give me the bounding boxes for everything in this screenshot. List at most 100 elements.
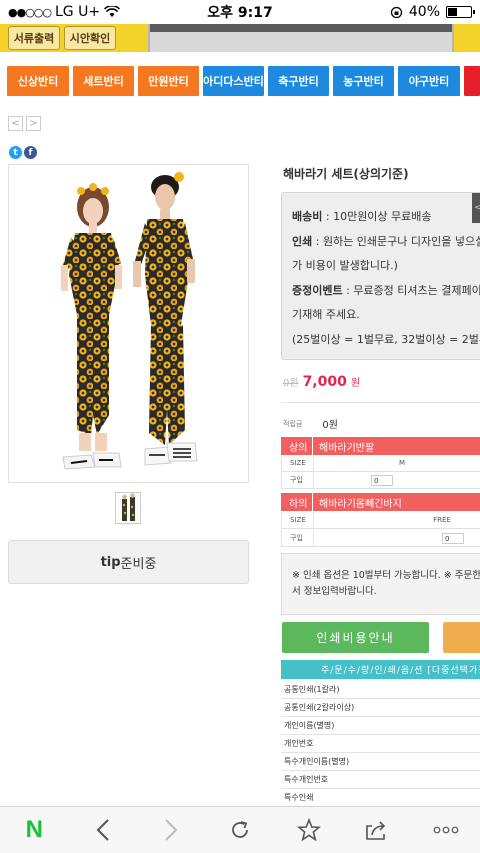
option-bottom-header: 하의 해바라기몸빼긴바지 bbox=[281, 493, 480, 511]
share-icon bbox=[366, 821, 386, 840]
option-bottom-name: 해바라기몸빼긴바지 bbox=[319, 498, 402, 510]
category-new[interactable]: 신상반티 bbox=[7, 66, 69, 96]
back-button[interactable] bbox=[83, 810, 123, 850]
draft-check-button[interactable]: 시안확인 bbox=[64, 26, 116, 50]
option-bottom-kind: 하의 bbox=[281, 493, 313, 511]
category-baseball[interactable]: 야구반티 bbox=[398, 66, 460, 96]
tip-status: 준비중 bbox=[120, 556, 157, 572]
forward-button[interactable] bbox=[151, 810, 191, 850]
qty-label: 구입 bbox=[282, 472, 314, 488]
print-option-row[interactable]: 특수인쇄 bbox=[281, 789, 480, 807]
document-print-button[interactable]: 서류출력 bbox=[8, 26, 60, 50]
print-option-row[interactable]: 개인이름(별명) bbox=[281, 717, 480, 735]
notice-line-1: ※ 인쇄 옵션은 10벌부터 가능합니다. ※ 주문한 bbox=[292, 570, 480, 581]
share-button[interactable] bbox=[357, 810, 397, 850]
forward-arrow-icon bbox=[165, 819, 178, 841]
product-thumbnail[interactable] bbox=[115, 492, 141, 524]
back-arrow-icon bbox=[96, 819, 109, 841]
option-top-name: 해바라기반팔 bbox=[319, 442, 375, 454]
points-value: 0원 bbox=[322, 420, 338, 431]
battery-percent: 40% bbox=[408, 4, 440, 20]
share-buttons: t f bbox=[9, 146, 37, 159]
star-icon bbox=[296, 818, 321, 842]
print-option-row[interactable]: 개인번호 bbox=[281, 735, 480, 753]
product-nav-arrows: < > bbox=[8, 116, 41, 131]
twitter-icon[interactable]: t bbox=[9, 146, 22, 159]
category-more[interactable] bbox=[464, 66, 480, 96]
banner-graphic bbox=[150, 24, 452, 52]
divider bbox=[281, 402, 480, 403]
price-block: 0원 7,000 원 bbox=[283, 374, 360, 390]
category-adidas[interactable]: 아디다스반티 bbox=[203, 66, 264, 96]
signal-icon: ●●○○○ bbox=[8, 5, 52, 19]
product-info-box: 배송비 : 10만원이상 무료배송 인쇄 : 원하는 인쇄문구나 디자인을 넣으… bbox=[281, 192, 480, 360]
event-text: : 무료증정 티셔츠는 결제페이지 bbox=[342, 283, 480, 297]
category-10000won[interactable]: 만원반티 bbox=[138, 66, 199, 96]
option-top-kind: 상의 bbox=[281, 437, 313, 455]
print-option-row[interactable]: 특수개인이름(별명) bbox=[281, 753, 480, 771]
print-text: : 원하는 인쇄문구나 디자인을 넣으실수 bbox=[312, 234, 480, 248]
category-set[interactable]: 세트반티 bbox=[73, 66, 134, 96]
price-unit: 원 bbox=[350, 378, 361, 389]
naver-home-button[interactable]: N bbox=[14, 810, 54, 850]
banner-yellow-strip-right bbox=[454, 24, 480, 52]
shipping-text: : 10만원이상 무료배송 bbox=[322, 210, 432, 223]
qty-label: 구입 bbox=[282, 530, 314, 546]
facebook-icon[interactable]: f bbox=[24, 146, 37, 159]
thumbnail-image bbox=[122, 493, 135, 521]
side-panel-tab[interactable]: < bbox=[472, 193, 480, 223]
option-bottom-qty-input[interactable]: 0 bbox=[442, 533, 464, 544]
notice-line-2: 서 정보입력바랍니다. bbox=[292, 586, 377, 597]
event-info-detail: (25벌이상 = 1벌무료, 32벌이상 = 2벌무료 bbox=[292, 332, 480, 346]
event-info-cont: 기재해 주세요. bbox=[292, 308, 360, 321]
top-banner: 서류출력 시안확인 bbox=[0, 24, 480, 52]
event-label: 증정이벤트 bbox=[292, 283, 343, 297]
option-top-size-row: SIZE M bbox=[281, 455, 480, 472]
category-basketball[interactable]: 농구반티 bbox=[333, 66, 394, 96]
option-top-size[interactable]: M bbox=[314, 459, 480, 467]
points-row: 적립금 0원 bbox=[283, 416, 338, 432]
mobile-browser-page: ●●○○○ LG U+ 오후 9:17 40% 서류출력 시안확인 신상반티 세… bbox=[0, 0, 480, 853]
battery-icon bbox=[446, 6, 475, 18]
carrier-name: LG U+ bbox=[55, 4, 101, 20]
print-label: 인쇄 bbox=[292, 234, 313, 248]
tip-label: tip bbox=[100, 554, 121, 570]
points-label: 적립금 bbox=[283, 419, 303, 428]
wifi-icon bbox=[104, 6, 121, 17]
option-bottom-size[interactable]: FREE bbox=[314, 516, 480, 524]
rotation-lock-icon bbox=[390, 6, 403, 18]
option-top-header: 상의 해바라기반팔 bbox=[281, 437, 480, 455]
shipping-label: 배송비 bbox=[292, 210, 323, 223]
print-info: 인쇄 : 원하는 인쇄문구나 디자인을 넣으실수 bbox=[292, 230, 480, 255]
category-soccer[interactable]: 축구반티 bbox=[268, 66, 329, 96]
next-product-button[interactable]: > bbox=[26, 116, 41, 131]
option-top-qty-input[interactable]: 0 bbox=[371, 475, 393, 486]
print-info-cont: 가 비용이 발생합니다.) bbox=[292, 259, 398, 272]
refresh-icon bbox=[232, 821, 248, 838]
option-bottom-size-row: SIZE FREE bbox=[281, 512, 480, 529]
carrier-signal: ●●○○○ LG U+ bbox=[8, 4, 121, 20]
print-option-row[interactable]: 공통인쇄(1칼라) bbox=[281, 681, 480, 699]
sale-price: 7,000 bbox=[302, 374, 347, 390]
product-image[interactable] bbox=[8, 164, 249, 483]
orange-action-button[interactable] bbox=[443, 622, 480, 653]
browser-toolbar: N bbox=[0, 806, 480, 853]
battery-level bbox=[448, 8, 457, 16]
tip-button[interactable]: tip 준비중 bbox=[8, 540, 249, 584]
original-price: 0원 bbox=[283, 378, 299, 389]
more-icon bbox=[433, 826, 459, 834]
naver-logo-icon: N bbox=[25, 816, 43, 843]
print-option-row[interactable]: 특수개인번호 bbox=[281, 771, 480, 789]
print-cost-guide-button[interactable]: 인쇄비용안내 bbox=[282, 622, 429, 653]
size-label: SIZE bbox=[282, 455, 314, 471]
bookmark-button[interactable] bbox=[289, 810, 329, 850]
print-options-header: 주/문/수/량/인/쇄/옵/션 [다중선택가능] bbox=[281, 660, 480, 679]
size-label: SIZE bbox=[282, 512, 314, 528]
status-bar: ●●○○○ LG U+ 오후 9:17 40% bbox=[0, 0, 480, 24]
shipping-info: 배송비 : 10만원이상 무료배송 bbox=[292, 205, 480, 230]
refresh-button[interactable] bbox=[220, 810, 260, 850]
prev-product-button[interactable]: < bbox=[8, 116, 23, 131]
print-option-row[interactable]: 공통인쇄(2칼라이상) bbox=[281, 699, 480, 717]
more-button[interactable] bbox=[426, 810, 466, 850]
product-title: 해바라기 세트(상의기준) bbox=[283, 167, 409, 181]
